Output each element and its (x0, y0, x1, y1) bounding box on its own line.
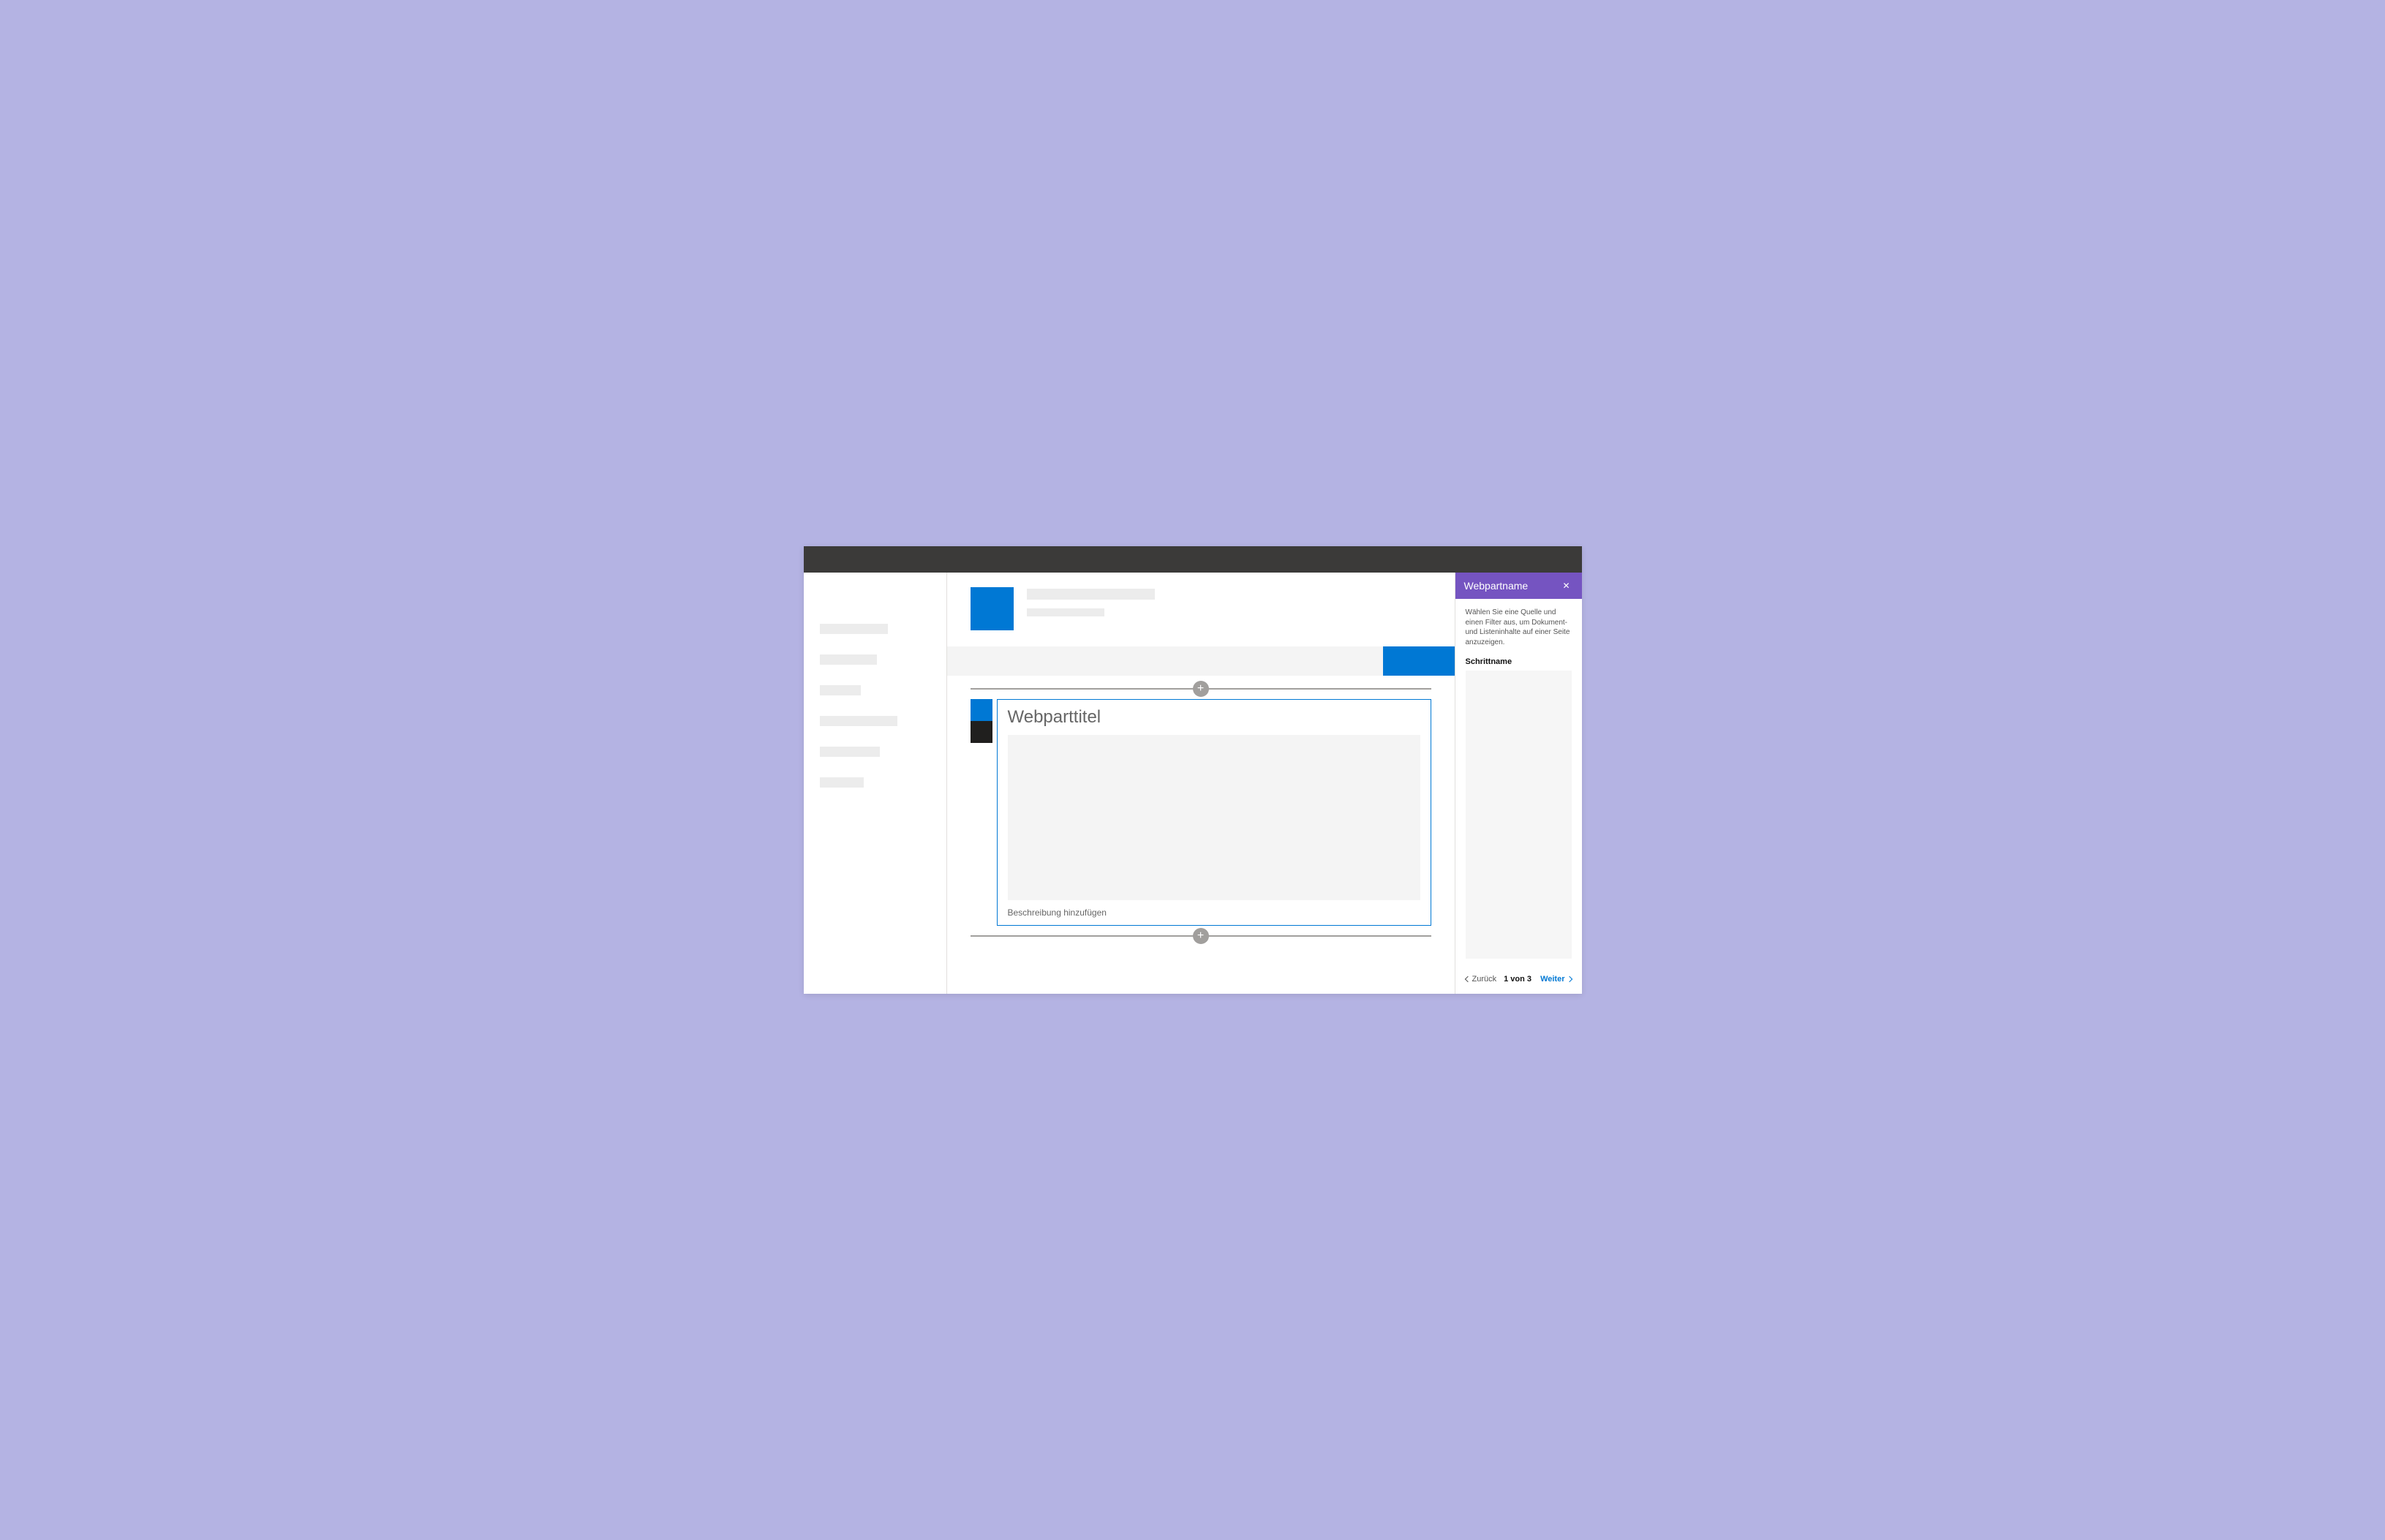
panel-header: Webpartname ✕ (1455, 573, 1582, 599)
panel-next-button[interactable]: Weiter (1540, 975, 1571, 984)
webpart-row: Webparttitel Beschreibung hinzufügen (971, 698, 1431, 927)
nav-item-placeholder[interactable] (820, 716, 897, 726)
add-section-button[interactable]: + (1193, 681, 1209, 697)
app-window: + Webparttitel Beschreibung hinzufügen (804, 546, 1582, 994)
plus-icon: + (1197, 683, 1204, 695)
site-title-placeholder (1027, 587, 1155, 616)
nav-item-placeholder[interactable] (820, 685, 861, 695)
chevron-right-icon (1566, 976, 1572, 982)
webpart-delete-button[interactable] (971, 721, 992, 743)
panel-step-content-placeholder (1466, 671, 1572, 959)
panel-step-label: Schrittname (1466, 657, 1572, 666)
panel-page-indicator: 1 von 3 (1504, 975, 1531, 984)
section-divider-bottom: + (971, 927, 1431, 945)
nav-item-placeholder[interactable] (820, 624, 888, 634)
chevron-left-icon (1464, 976, 1470, 982)
next-label: Weiter (1540, 975, 1564, 984)
left-nav (804, 573, 947, 994)
webpart-move-handle[interactable] (971, 699, 992, 721)
webpart-content-placeholder (1008, 735, 1420, 900)
panel-description: Wählen Sie eine Quelle und einen Filter … (1466, 608, 1572, 647)
site-logo (971, 587, 1014, 630)
panel-footer: Zurück 1 von 3 Weiter (1455, 967, 1582, 994)
app-body: + Webparttitel Beschreibung hinzufügen (804, 573, 1582, 994)
webpart-container[interactable]: Webparttitel Beschreibung hinzufügen (997, 699, 1431, 926)
titlebar (804, 546, 1582, 573)
property-panel: Webpartname ✕ Wählen Sie eine Quelle und… (1455, 573, 1582, 994)
command-bar (947, 646, 1455, 676)
nav-item-placeholder[interactable] (820, 654, 877, 665)
section-divider-top: + (971, 680, 1431, 698)
primary-action-button[interactable] (1383, 646, 1455, 676)
main-content: + Webparttitel Beschreibung hinzufügen (947, 573, 1455, 994)
add-section-button[interactable]: + (1193, 928, 1209, 944)
nav-item-placeholder[interactable] (820, 777, 864, 788)
panel-close-button[interactable]: ✕ (1559, 578, 1572, 594)
panel-body: Wählen Sie eine Quelle und einen Filter … (1455, 599, 1582, 967)
canvas: + Webparttitel Beschreibung hinzufügen (947, 680, 1455, 945)
webpart-title-input[interactable]: Webparttitel (1008, 707, 1420, 728)
page-header (947, 587, 1455, 646)
nav-item-placeholder[interactable] (820, 747, 880, 757)
panel-title: Webpartname (1464, 580, 1529, 592)
panel-back-button[interactable]: Zurück (1466, 975, 1497, 984)
webpart-caption-input[interactable]: Beschreibung hinzufügen (1008, 907, 1420, 918)
back-label: Zurück (1472, 975, 1497, 984)
close-icon: ✕ (1562, 581, 1570, 591)
webpart-toolbar (971, 699, 992, 926)
plus-icon: + (1197, 930, 1204, 942)
